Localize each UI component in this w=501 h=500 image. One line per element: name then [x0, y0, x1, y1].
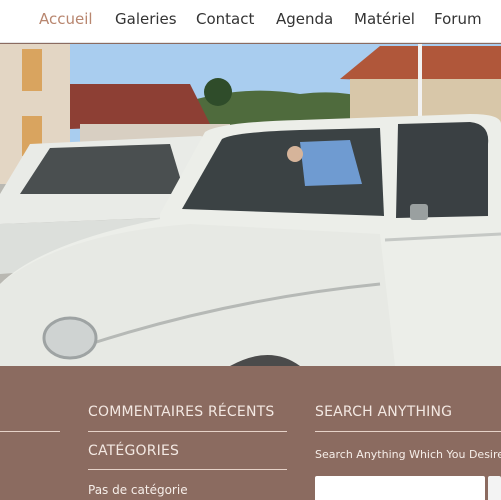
nav-agenda[interactable]: Agenda	[276, 10, 333, 28]
nav-galeries[interactable]: Galeries	[115, 10, 177, 28]
hero-image	[0, 44, 501, 366]
nav-materiel[interactable]: Matériel	[354, 10, 415, 28]
categories-title: CATÉGORIES	[88, 443, 180, 459]
footer-widgets: COMMENTAIRES RÉCENTS CATÉGORIES Pas de c…	[0, 366, 501, 500]
divider	[88, 431, 287, 432]
search-caption: Search Anything Which You Desire.	[315, 448, 501, 461]
category-link[interactable]: Pas de catégorie	[88, 483, 188, 497]
main-nav: Accueil Galeries Contact Agenda Matériel…	[0, 0, 501, 43]
divider	[0, 431, 60, 432]
recent-comments-title: COMMENTAIRES RÉCENTS	[88, 404, 275, 420]
search-input[interactable]	[315, 476, 485, 500]
classic-cars-photo	[0, 44, 501, 366]
search-button[interactable]	[488, 476, 501, 500]
nav-accueil[interactable]: Accueil	[39, 10, 93, 28]
divider	[315, 431, 501, 432]
search-title: SEARCH ANYTHING	[315, 404, 453, 420]
divider	[88, 469, 287, 470]
nav-forum[interactable]: Forum	[434, 10, 482, 28]
nav-contact[interactable]: Contact	[196, 10, 254, 28]
